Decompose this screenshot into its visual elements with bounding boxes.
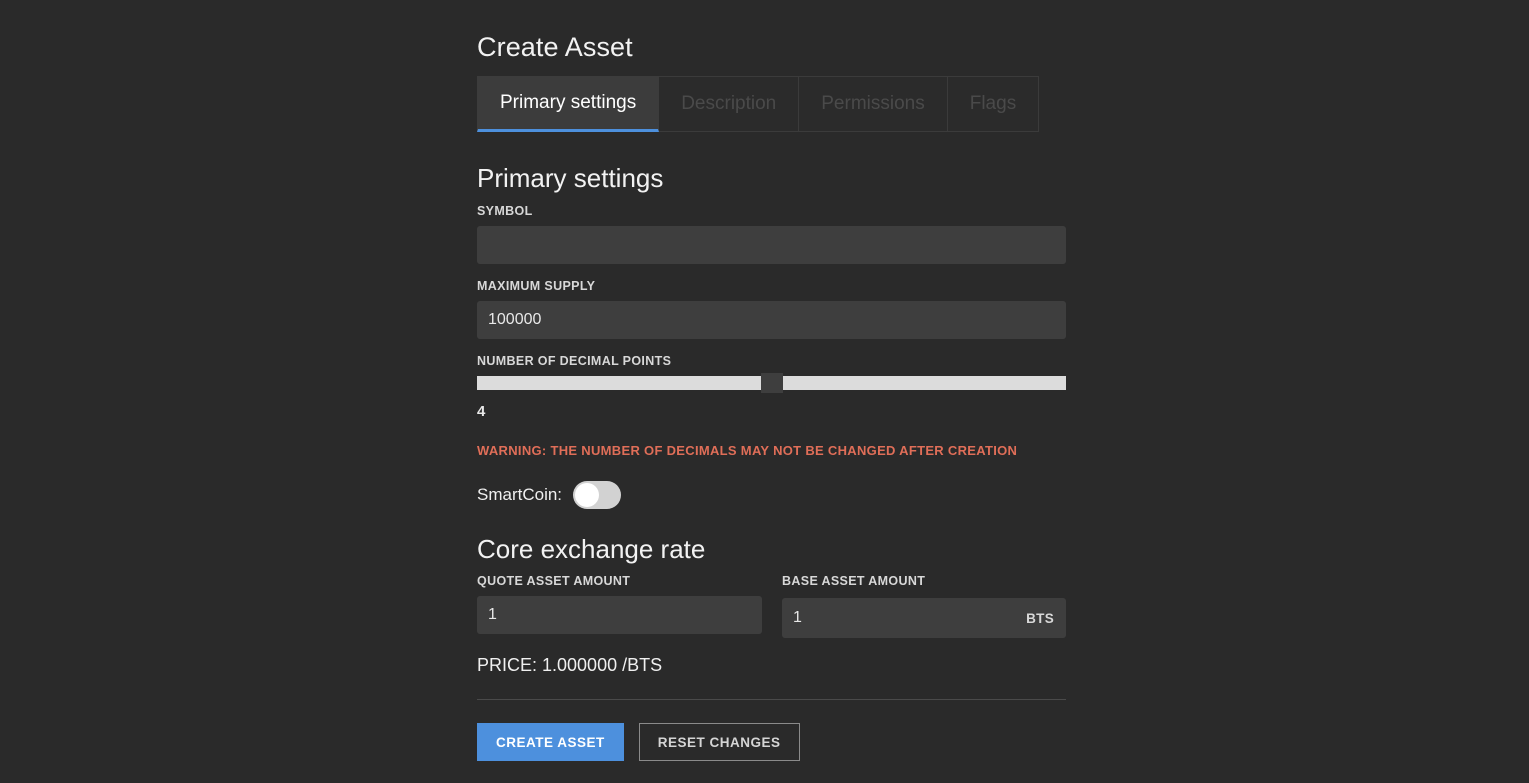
- symbol-label: SYMBOL: [477, 204, 533, 218]
- base-asset-field-group: BASE ASSET AMOUNT BTS: [782, 574, 1066, 638]
- price-line: PRICE: 1.000000 /BTS: [477, 655, 663, 675]
- create-asset-page: Create Asset Primary settings Descriptio…: [0, 0, 1529, 783]
- symbol-input[interactable]: [477, 226, 1066, 264]
- tab-bar: Primary settings Description Permissions…: [477, 76, 1066, 132]
- smartcoin-toggle[interactable]: [573, 481, 622, 509]
- decimal-points-slider[interactable]: [477, 373, 1066, 393]
- tab-primary-settings[interactable]: Primary settings: [477, 76, 660, 132]
- maximum-supply-field-group: MAXIMUM SUPPLY: [477, 279, 1066, 339]
- form-container: Create Asset Primary settings Descriptio…: [477, 0, 1066, 761]
- quote-asset-input[interactable]: [477, 596, 762, 634]
- tab-label: Flags: [969, 93, 1017, 114]
- create-asset-button[interactable]: CREATE ASSET: [477, 723, 624, 761]
- tab-label: Description: [681, 93, 777, 114]
- decimal-points-label: NUMBER OF DECIMAL POINTS: [477, 354, 672, 368]
- form-divider: [477, 699, 1066, 700]
- base-asset-input[interactable]: [782, 598, 1066, 638]
- toggle-knob: [575, 483, 600, 507]
- slider-handle[interactable]: [760, 373, 783, 393]
- maximum-supply-label: MAXIMUM SUPPLY: [477, 279, 596, 293]
- reset-changes-button[interactable]: RESET CHANGES: [638, 723, 800, 761]
- tab-flags[interactable]: Flags: [947, 76, 1040, 132]
- quote-asset-label: QUOTE ASSET AMOUNT: [477, 574, 631, 588]
- tab-permissions[interactable]: Permissions: [799, 76, 948, 132]
- action-bar: CREATE ASSET RESET CHANGES: [477, 723, 1066, 761]
- smartcoin-row: SmartCoin:: [477, 478, 1066, 512]
- tab-label: Primary settings: [500, 92, 637, 113]
- core-exchange-rate-row: QUOTE ASSET AMOUNT BASE ASSET AMOUNT BTS: [477, 574, 1066, 638]
- tab-label: Permissions: [821, 93, 925, 114]
- page-title: Create Asset: [477, 32, 633, 62]
- decimal-points-field-group: NUMBER OF DECIMAL POINTS 4: [477, 354, 1066, 421]
- base-asset-label: BASE ASSET AMOUNT: [782, 574, 926, 588]
- decimal-points-value: 4: [477, 403, 486, 420]
- quote-asset-field-group: QUOTE ASSET AMOUNT: [477, 574, 762, 634]
- tab-description[interactable]: Description: [659, 76, 800, 132]
- symbol-field-group: SYMBOL: [477, 204, 1066, 264]
- maximum-supply-input[interactable]: [477, 301, 1066, 339]
- primary-settings-heading: Primary settings: [477, 163, 664, 193]
- decimals-warning-text: WARNING: THE NUMBER OF DECIMALS MAY NOT …: [477, 443, 1018, 458]
- base-asset-input-wrapper: BTS: [782, 598, 1066, 638]
- smartcoin-label: SmartCoin:: [477, 485, 563, 504]
- core-exchange-rate-heading: Core exchange rate: [477, 534, 706, 564]
